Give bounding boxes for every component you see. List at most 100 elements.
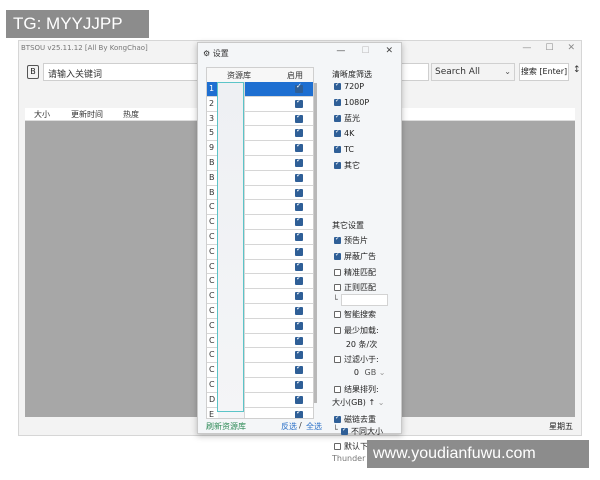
minimize-icon[interactable]: — (522, 43, 531, 53)
filter-below-field[interactable]: 0 GB ⌄ (342, 368, 386, 380)
downloader-select[interactable]: Thunder (332, 454, 365, 466)
different-size-checkbox[interactable]: 不同大小 (341, 426, 383, 438)
sort-results-value: 大小(GB) ↑ (332, 398, 376, 407)
enabled-checkbox[interactable] (295, 171, 303, 182)
enabled-checkbox[interactable] (295, 408, 303, 418)
checkbox-icon (334, 97, 341, 106)
clarity-checkbox[interactable]: 其它 (334, 160, 360, 172)
search-button[interactable]: 搜索 [Enter] (519, 63, 569, 81)
magnet-dedupe-checkbox[interactable]: 磁链去重 (334, 414, 376, 426)
checkbox-icon (334, 81, 341, 90)
enabled-checkbox[interactable] (295, 97, 303, 108)
source-table-scrollbar[interactable] (314, 83, 317, 403)
source-name: C (209, 202, 215, 212)
sub-item-hook-icon: └ (333, 295, 338, 304)
clarity-checkbox[interactable]: TC (334, 144, 354, 157)
sort-results-checkbox[interactable]: 结果排列: (334, 384, 379, 396)
search-placeholder: 请输入关键词 (48, 70, 103, 80)
enabled-checkbox[interactable] (295, 334, 303, 345)
different-size-label: 不同大小 (351, 427, 383, 436)
enabled-checkbox[interactable] (295, 156, 303, 167)
regex-input[interactable] (341, 294, 388, 306)
enabled-checkbox[interactable] (295, 82, 303, 93)
enabled-checkbox[interactable] (295, 274, 303, 286)
blur-highlight (217, 82, 244, 412)
enabled-checkbox[interactable] (295, 245, 303, 256)
filter-below-value[interactable]: 0 (342, 368, 359, 377)
document-icon[interactable]: B (27, 65, 39, 79)
enabled-checkbox[interactable] (295, 200, 303, 212)
enabled-checkbox[interactable] (295, 304, 303, 315)
column-divider (244, 348, 245, 363)
clarity-checkbox[interactable]: 4K (334, 128, 355, 141)
min-load-checkbox[interactable]: 最少加载: (334, 325, 379, 337)
source-name: 5 (209, 128, 215, 138)
smart-search-checkbox[interactable]: 智能搜索 (334, 309, 376, 321)
clarity-checkbox[interactable]: 1080P (334, 97, 370, 110)
min-load-value[interactable]: 20 (342, 340, 356, 349)
min-load-unit: 条/次 (358, 340, 378, 349)
close-icon[interactable]: ✕ (567, 43, 575, 53)
enabled-checkbox[interactable] (295, 378, 303, 389)
clarity-checkbox[interactable]: 蓝光 (334, 113, 360, 125)
magnet-dedupe-label: 磁链去重 (344, 415, 376, 424)
clarity-label: 720P (344, 82, 365, 91)
maximize-icon[interactable]: ☐ (545, 43, 553, 53)
invert-selection-link[interactable]: 反选 (281, 421, 297, 432)
enabled-checkbox[interactable] (295, 363, 303, 375)
enabled-checkbox[interactable] (295, 289, 303, 301)
checkbox-icon (334, 160, 341, 169)
column-updated[interactable]: 更新时间 (71, 109, 103, 120)
trailer-checkbox[interactable]: 预告片 (334, 235, 368, 247)
gear-icon: ⚙ (203, 49, 211, 58)
source-name: B (209, 187, 215, 197)
filter-below-checkbox[interactable]: 过滤小于: (334, 354, 379, 366)
source-name: C (209, 335, 215, 345)
checkbox-icon (334, 356, 341, 363)
clarity-label: 4K (344, 129, 355, 138)
status-weekday: 星期五 (549, 422, 573, 431)
minimize-icon[interactable]: — (336, 46, 345, 56)
column-size[interactable]: 大小 (34, 109, 50, 120)
main-window-title: BTSOU v25.11.12 [All By KongChao] (21, 44, 148, 52)
column-divider (244, 304, 245, 318)
source-name: B (209, 158, 215, 167)
clarity-checkbox[interactable]: 720P (334, 81, 365, 94)
enabled-checkbox[interactable] (295, 141, 303, 153)
enabled-checkbox[interactable] (295, 260, 303, 271)
source-name: 9 (209, 143, 215, 153)
sort-results-select[interactable]: 大小(GB) ↑ ⌄ (332, 397, 390, 409)
select-all-link[interactable]: 全选 (306, 421, 322, 432)
enabled-checkbox[interactable] (295, 319, 303, 330)
column-heat[interactable]: 热度 (123, 109, 139, 120)
enabled-checkbox[interactable] (295, 186, 303, 197)
search-scope-select[interactable]: Search All ⌄ (431, 63, 515, 81)
source-name: C (209, 350, 215, 360)
clarity-label: 1080P (344, 98, 370, 107)
checkbox-icon (334, 269, 341, 276)
filter-unit-select[interactable]: GB (365, 368, 377, 377)
regex-match-checkbox[interactable]: 正则匹配 (334, 282, 376, 294)
settings-title-text: 设置 (212, 49, 229, 58)
enabled-checkbox[interactable] (295, 112, 303, 123)
source-name: B (209, 172, 215, 182)
source-name: E (209, 409, 215, 419)
maximize-icon[interactable]: ☐ (361, 46, 369, 56)
exact-match-checkbox[interactable]: 精准匹配 (334, 267, 376, 279)
close-icon[interactable]: ✕ (385, 46, 393, 56)
source-name: 3 (209, 113, 215, 123)
enabled-checkbox[interactable] (295, 393, 303, 404)
min-load-field[interactable]: 20 条/次 (342, 339, 377, 351)
watermark-top-left: TG: MYYJJPP (6, 10, 149, 38)
enabled-checkbox[interactable] (295, 126, 303, 138)
enabled-checkbox[interactable] (295, 230, 303, 241)
enabled-checkbox[interactable] (295, 348, 303, 360)
sort-icon[interactable]: ↕ (573, 65, 581, 75)
refresh-sources-link[interactable]: 刷新资源库 (206, 421, 246, 432)
column-divider (244, 111, 245, 126)
block-ads-checkbox[interactable]: 屏蔽广告 (334, 251, 376, 263)
filter-below-label: 过滤小于: (344, 355, 379, 364)
checkbox-icon (334, 235, 341, 244)
column-divider (244, 333, 245, 348)
enabled-checkbox[interactable] (295, 215, 303, 227)
